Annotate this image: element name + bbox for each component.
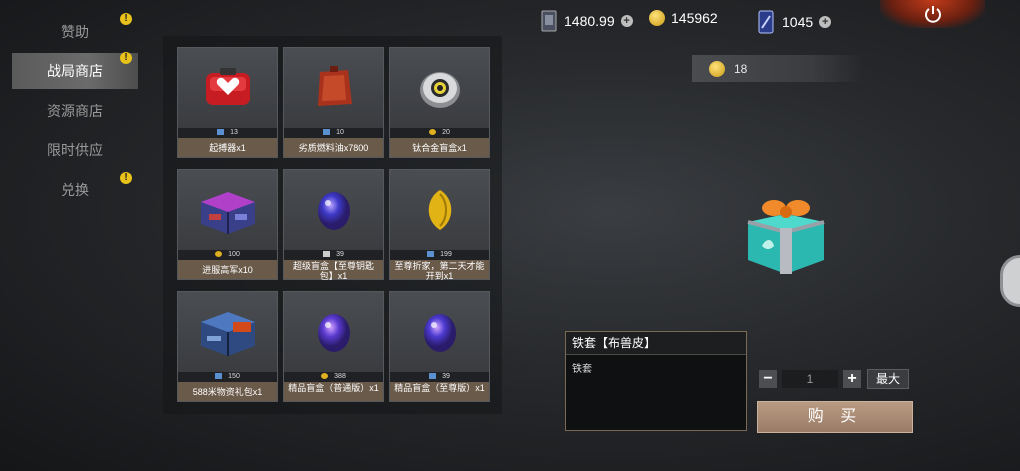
selected-price-bar: 18 (692, 55, 862, 82)
item-card-super-blind-box[interactable]: 39 超级盲盒【至尊钥匙包】x1 (283, 169, 384, 281)
item-card-titanium-box[interactable]: 20 钛合金盲盒x1 (389, 47, 490, 158)
gold-leaf-icon (390, 170, 489, 250)
coin-icon (709, 60, 725, 77)
flag-icon (429, 373, 437, 380)
item-name: 进服高军x10 (178, 260, 277, 279)
ticket-value: 1045 (782, 14, 814, 30)
gift-box-icon (740, 188, 832, 280)
sidebar-item-limited-supply[interactable]: 限时供应 (12, 132, 138, 168)
alert-icon: ! (120, 172, 132, 184)
power-button[interactable] (880, 0, 985, 28)
disc-icon (390, 48, 489, 128)
power-icon (924, 6, 941, 23)
increase-quantity-button[interactable]: + (843, 370, 861, 388)
coin-value: 145962 (671, 10, 718, 26)
buy-button[interactable]: 购 买 (757, 401, 913, 433)
coin-currency: 145962 (649, 10, 718, 26)
floating-assist-button[interactable] (1000, 255, 1020, 307)
add-ticket-button[interactable]: + (819, 16, 832, 28)
egg-icon (284, 170, 383, 250)
crate-icon (178, 292, 277, 372)
coin-icon (429, 129, 437, 136)
quantity-input[interactable]: 1 (782, 370, 838, 388)
item-card-premium-box-supreme[interactable]: 39 精品盲盒（至尊版）x1 (389, 291, 490, 402)
item-card-purple-crate[interactable]: 100 进服高军x10 (177, 169, 278, 280)
item-name: 精品盲盒（普通版）x1 (284, 382, 383, 401)
flag-icon (217, 129, 225, 136)
item-name: 劣质燃料油x7800 (284, 138, 383, 157)
ticket-icon (758, 10, 774, 34)
ticket-icon (323, 251, 331, 258)
coin-icon (215, 251, 223, 258)
card-currency: 1480.99 + (541, 10, 633, 32)
item-card-supreme[interactable]: 199 至尊折家，第二天才能开到x1 (389, 169, 490, 281)
item-description-box: 铁套【布兽皮】 铁套 (565, 331, 747, 431)
selected-price: 18 (734, 61, 748, 76)
egg-icon (390, 292, 489, 372)
flag-icon (323, 129, 331, 136)
defibrillator-icon (178, 48, 277, 128)
flag-icon (215, 373, 223, 380)
sidebar-item-resource-shop[interactable]: 资源商店 (12, 93, 138, 129)
alert-icon: ! (120, 13, 132, 25)
crate-icon (178, 170, 277, 250)
decrease-quantity-button[interactable]: − (759, 370, 777, 388)
item-grid: 13 起搏器x1 10 劣质燃料油x7800 20 钛合金盲盒x1 100 进服… (163, 36, 502, 414)
max-quantity-button[interactable]: 最大 (867, 369, 909, 389)
ticket-currency: 1045 + (757, 10, 832, 34)
fuel-can-icon (284, 48, 383, 128)
item-description: 铁套 (572, 364, 592, 375)
flag-icon (427, 251, 435, 258)
item-name: 超级盲盒【至尊钥匙包】x1 (284, 260, 383, 281)
coin-icon (321, 373, 329, 380)
item-card-defibrillator[interactable]: 13 起搏器x1 (177, 47, 278, 158)
item-title: 铁套【布兽皮】 (566, 332, 746, 355)
coin-icon (649, 10, 665, 26)
item-card-premium-box-normal[interactable]: 388 精品盲盒（普通版）x1 (283, 291, 384, 402)
item-name: 起搏器x1 (178, 138, 277, 157)
item-name: 钛合金盲盒x1 (390, 138, 489, 157)
item-card-fuel[interactable]: 10 劣质燃料油x7800 (283, 47, 384, 158)
card-icon (541, 10, 557, 32)
item-name: 588米物资礼包x1 (178, 382, 277, 401)
sidebar: 赞助 ! 战局商店 ! 资源商店 限时供应 兑换 ! (0, 0, 150, 471)
card-value: 1480.99 (564, 13, 615, 29)
item-card-supply-pack[interactable]: 150 588米物资礼包x1 (177, 291, 278, 402)
item-name: 精品盲盒（至尊版）x1 (390, 382, 489, 401)
add-card-button[interactable]: + (620, 15, 633, 27)
item-name: 至尊折家，第二天才能开到x1 (390, 260, 489, 281)
alert-icon: ! (120, 52, 132, 64)
egg-icon (284, 292, 383, 372)
